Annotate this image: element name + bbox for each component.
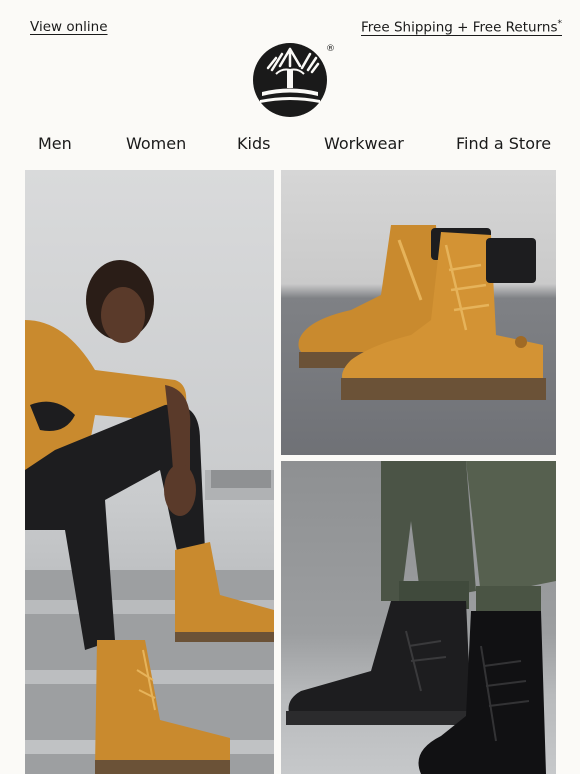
shipping-asterisk: * — [557, 19, 563, 29]
free-shipping-text: Free Shipping + Free Returns — [361, 19, 558, 36]
nav-find-a-store[interactable]: Find a Store — [456, 134, 551, 153]
black-boots-on-feet-photo[interactable] — [281, 461, 556, 774]
free-shipping-link[interactable]: Free Shipping + Free Returns* — [361, 19, 562, 36]
nav-kids[interactable]: Kids — [237, 134, 270, 153]
registered-mark: ® — [326, 44, 335, 54]
nav-men[interactable]: Men — [38, 134, 72, 153]
timberland-logo[interactable]: ® — [252, 40, 335, 120]
nav-women[interactable]: Women — [126, 134, 186, 153]
model-wearing-wheat-boots-photo[interactable] — [25, 170, 274, 774]
main-nav: Men Women Kids Workwear Find a Store — [0, 128, 580, 162]
nav-workwear[interactable]: Workwear — [324, 134, 404, 153]
view-online-link[interactable]: View online — [30, 19, 108, 35]
top-bar: View online Free Shipping + Free Returns… — [0, 0, 580, 44]
wheat-boots-product-photo[interactable] — [281, 170, 556, 455]
